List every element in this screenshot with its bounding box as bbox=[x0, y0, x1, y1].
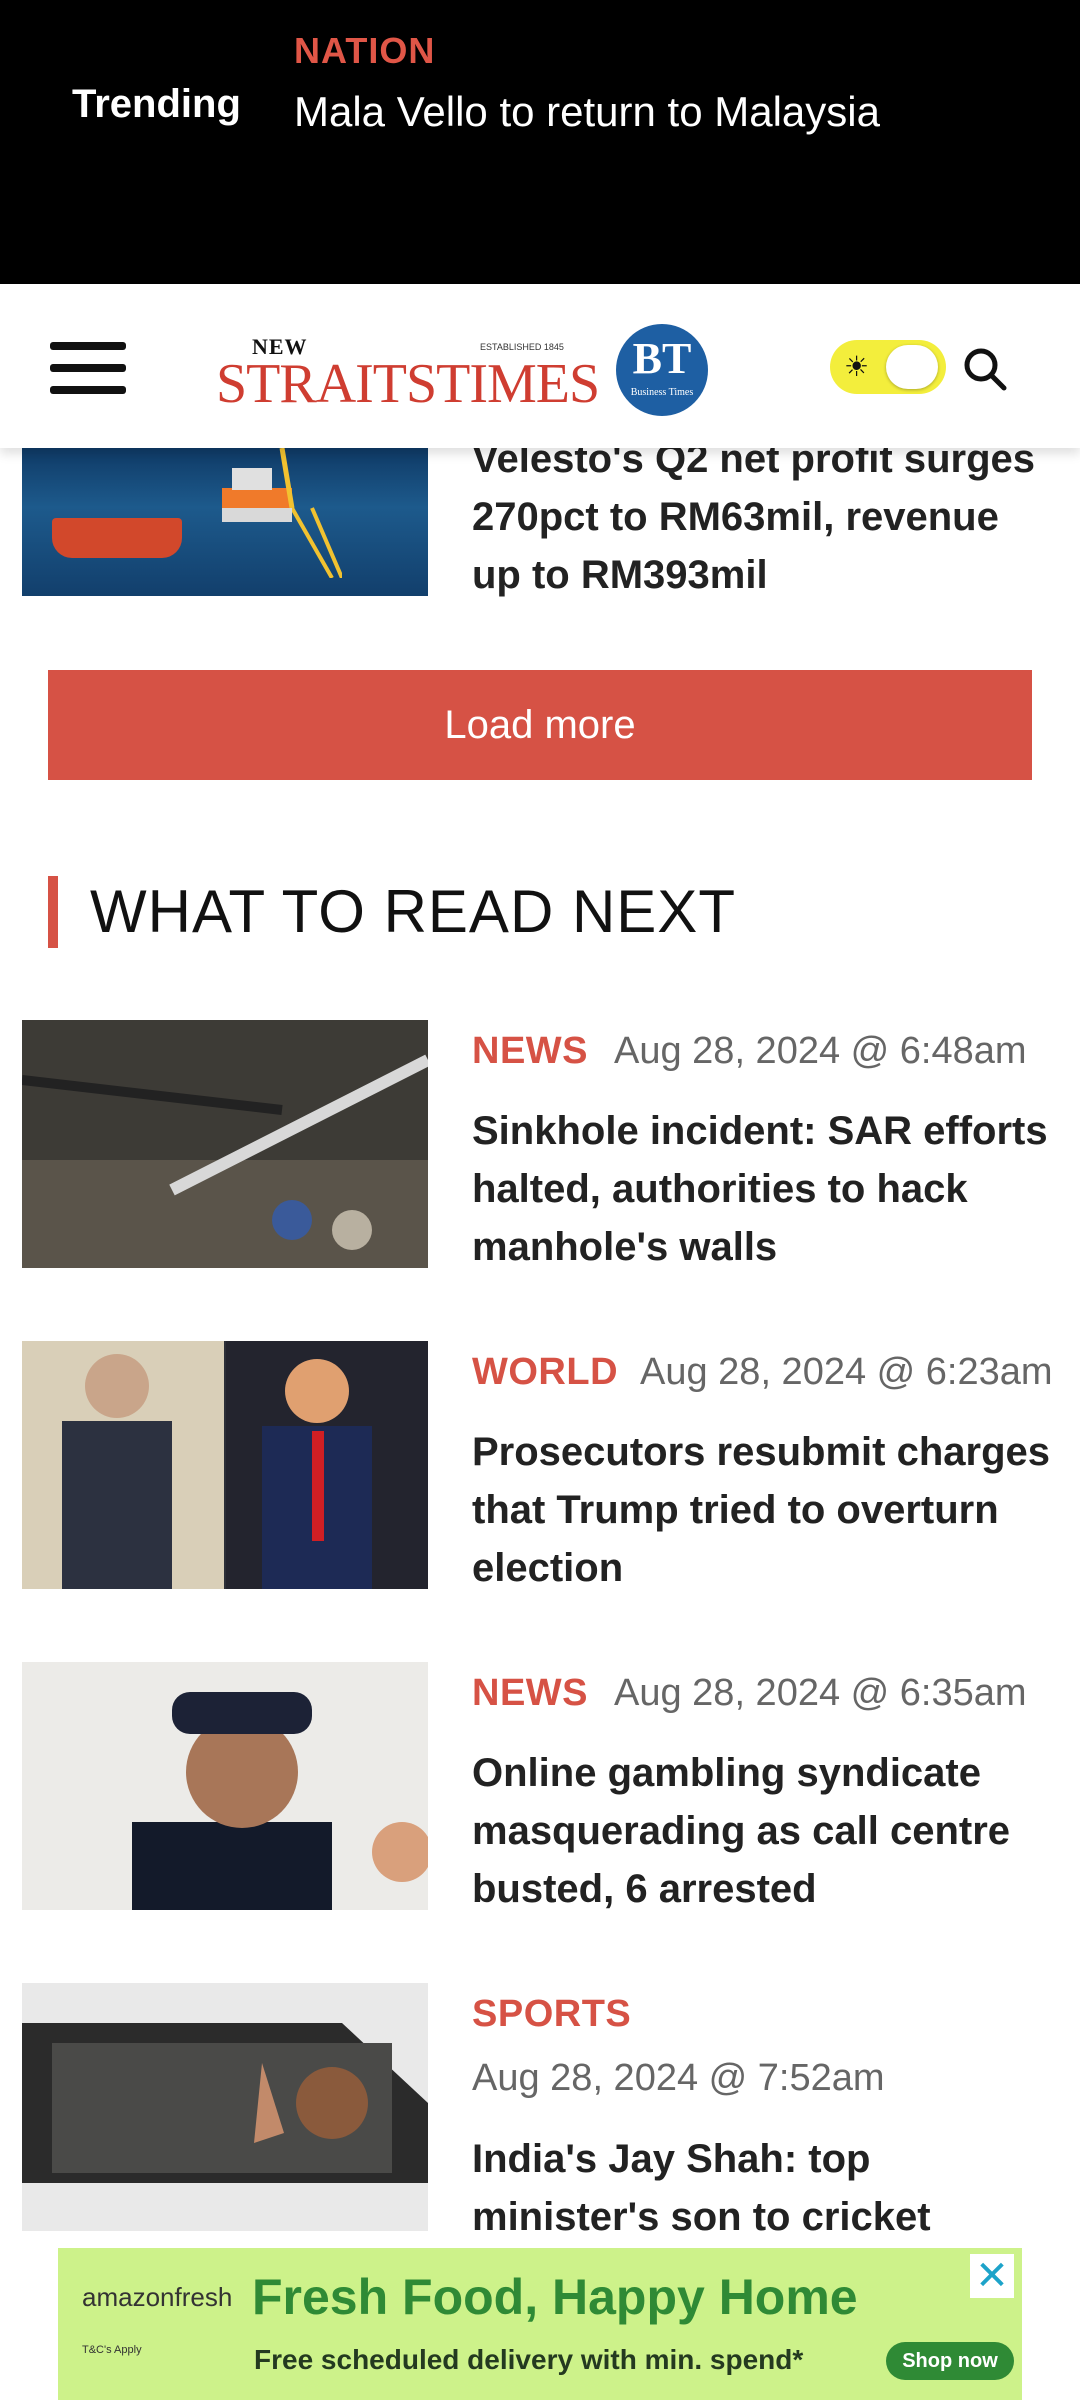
dark-mode-toggle[interactable]: ☀ bbox=[830, 340, 946, 394]
article-date: Aug 28, 2024 @ 6:48am bbox=[614, 1030, 1027, 1072]
article-category[interactable]: WORLD bbox=[472, 1351, 618, 1394]
article-title[interactable]: Sinkhole incident: SAR efforts halted, a… bbox=[472, 1102, 1062, 1276]
article-thumbnail-velesto[interactable] bbox=[22, 448, 428, 596]
nst-logo[interactable]: NEW ESTABLISHED 1845 STRAITSTIMES bbox=[216, 332, 600, 415]
article-thumbnail[interactable] bbox=[22, 1341, 428, 1589]
trending-category[interactable]: NATION bbox=[294, 30, 435, 72]
site-header: NEW ESTABLISHED 1845 STRAITSTIMES BT Bus… bbox=[0, 284, 1080, 448]
article-category[interactable]: NEWS bbox=[472, 1672, 588, 1715]
trump-image bbox=[22, 1341, 428, 1589]
sun-icon: ☀ bbox=[844, 351, 870, 382]
load-more-button[interactable]: Load more bbox=[48, 670, 1032, 780]
article-category[interactable]: NEWS bbox=[472, 1030, 588, 1073]
article-title[interactable]: India's Jay Shah: top minister's son to … bbox=[472, 2130, 1062, 2246]
bt-logo-text: BT bbox=[632, 334, 692, 383]
trending-label: Trending bbox=[72, 82, 241, 126]
article-title[interactable]: Prosecutors resubmit charges that Trump … bbox=[472, 1423, 1062, 1597]
article-title[interactable]: Online gambling syndicate masquerading a… bbox=[472, 1744, 1062, 1918]
article-category[interactable]: SPORTS bbox=[472, 1993, 631, 2036]
close-icon[interactable]: ✕ bbox=[970, 2254, 1014, 2298]
hamburger-menu-icon[interactable] bbox=[50, 342, 126, 394]
ad-brand: amazonfresh bbox=[82, 2282, 233, 2312]
article-date: Aug 28, 2024 @ 6:35am bbox=[614, 1672, 1027, 1714]
article-date: Aug 28, 2024 @ 6:23am bbox=[640, 1351, 1053, 1393]
logo-main-text: STRAITSTIMES bbox=[216, 353, 600, 415]
trending-headline[interactable]: Mala Vello to return to Malaysia bbox=[294, 88, 880, 136]
ad-banner[interactable]: amazonfresh Fresh Food, Happy Home T&C's… bbox=[58, 2248, 1022, 2400]
car-window-image bbox=[22, 1983, 428, 2231]
article-date: Aug 28, 2024 @ 7:52am bbox=[472, 2057, 885, 2099]
bt-logo[interactable]: BT Business Times bbox=[616, 324, 708, 416]
ad-headline: Fresh Food, Happy Home bbox=[252, 2269, 858, 2325]
page: Trending NATION Mala Vello to return to … bbox=[0, 0, 1080, 2400]
police-officer-image bbox=[22, 1662, 428, 1910]
bt-logo-subtext: Business Times bbox=[630, 387, 694, 398]
search-icon[interactable] bbox=[960, 344, 1010, 394]
article-thumbnail[interactable] bbox=[22, 1020, 428, 1268]
boat-image bbox=[52, 518, 182, 558]
article-thumbnail[interactable] bbox=[22, 1662, 428, 1910]
ad-shop-now-button[interactable]: Shop now bbox=[886, 2342, 1014, 2380]
section-header: WHAT TO READ NEXT bbox=[48, 876, 736, 948]
section-title: WHAT TO READ NEXT bbox=[90, 878, 736, 945]
sinkhole-image bbox=[22, 1020, 428, 1268]
article-title[interactable]: Velesto's Q2 net profit surges 270pct to… bbox=[472, 430, 1052, 604]
ad-subtext: Free scheduled delivery with min. spend* bbox=[254, 2344, 804, 2375]
ad-terms: T&C's Apply bbox=[82, 2344, 142, 2356]
article-thumbnail[interactable] bbox=[22, 1983, 428, 2231]
oil-rig-image bbox=[222, 448, 342, 578]
trending-bar[interactable]: Trending NATION Mala Vello to return to … bbox=[0, 0, 1080, 284]
toggle-knob bbox=[886, 345, 938, 389]
logo-established-text: ESTABLISHED 1845 bbox=[480, 342, 564, 352]
